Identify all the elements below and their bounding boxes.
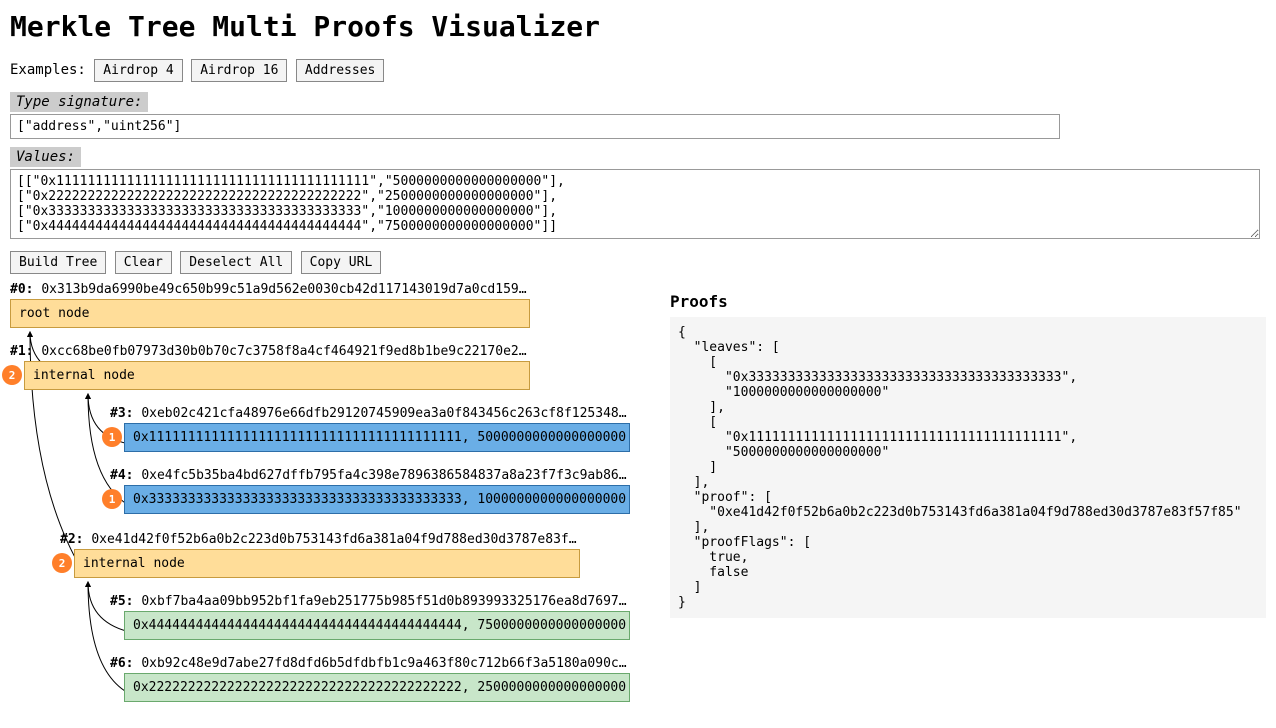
type-signature-label: Type signature:: [10, 92, 148, 112]
node-6: #6: 0xb92c48e9d7abe27fd8dfd6b5dfdbfb1c9a…: [110, 656, 640, 702]
node-1-badge: 2: [2, 365, 22, 385]
node-3-hash: #3: 0xeb02c421cfa48976e66dfb29120745909e…: [110, 406, 640, 421]
node-2-hash: #2: 0xe41d42f0f52b6a0b2c223d0b753143fd6a…: [60, 532, 590, 547]
example-airdrop-4-button[interactable]: Airdrop 4: [94, 59, 182, 82]
examples-label: Examples:: [10, 62, 86, 78]
proofs-column: Proofs { "leaves": [ [ "0x33333333333333…: [670, 282, 1266, 618]
node-3: #3: 0xeb02c421cfa48976e66dfb29120745909e…: [110, 406, 640, 452]
node-2: #2: 0xe41d42f0f52b6a0b2c223d0b753143fd6a…: [60, 532, 590, 578]
values-section: Values:: [10, 147, 1266, 243]
node-4-hash: #4: 0xe4fc5b35ba4bd627dffb795fa4c398e789…: [110, 468, 640, 483]
node-0-box[interactable]: root node: [10, 299, 530, 328]
example-airdrop-16-button[interactable]: Airdrop 16: [191, 59, 287, 82]
copy-url-button[interactable]: Copy URL: [301, 251, 382, 274]
type-signature-input[interactable]: [10, 114, 1060, 139]
node-3-box[interactable]: 0x11111111111111111111111111111111111111…: [124, 423, 630, 452]
node-1: #1: 0xcc68be0fb07973d30b0b70c7c3758f8a4c…: [10, 344, 540, 390]
node-0: #0: 0x313b9da6990be49c650b99c51a9d562e00…: [10, 282, 540, 328]
node-6-box[interactable]: 0x22222222222222222222222222222222222222…: [124, 673, 630, 702]
deselect-all-button[interactable]: Deselect All: [180, 251, 292, 274]
build-tree-button[interactable]: Build Tree: [10, 251, 106, 274]
values-textarea[interactable]: [10, 169, 1260, 239]
node-4-box[interactable]: 0x33333333333333333333333333333333333333…: [124, 485, 630, 514]
node-5: #5: 0xbf7ba4aa09bb952bf1fa9eb251775b985f…: [110, 594, 640, 640]
action-row: Build Tree Clear Deselect All Copy URL: [10, 251, 1266, 274]
node-1-hash: #1: 0xcc68be0fb07973d30b0b70c7c3758f8a4c…: [10, 344, 540, 359]
node-2-badge: 2: [52, 553, 72, 573]
node-0-hash: #0: 0x313b9da6990be49c650b99c51a9d562e00…: [10, 282, 540, 297]
node-2-box[interactable]: internal node: [74, 549, 580, 578]
proofs-heading: Proofs: [670, 292, 1266, 311]
type-signature-section: Type signature:: [10, 92, 1266, 139]
node-6-hash: #6: 0xb92c48e9d7abe27fd8dfd6b5dfdbfb1c9a…: [110, 656, 640, 671]
values-label: Values:: [10, 147, 81, 167]
tree-column: #0: 0x313b9da6990be49c650b99c51a9d562e00…: [10, 282, 640, 712]
node-5-hash: #5: 0xbf7ba4aa09bb952bf1fa9eb251775b985f…: [110, 594, 640, 609]
node-3-badge: 1: [102, 427, 122, 447]
example-addresses-button[interactable]: Addresses: [296, 59, 384, 82]
node-1-box[interactable]: internal node: [24, 361, 530, 390]
node-5-box[interactable]: 0x44444444444444444444444444444444444444…: [124, 611, 630, 640]
clear-button[interactable]: Clear: [115, 251, 172, 274]
proofs-json: { "leaves": [ [ "0x333333333333333333333…: [670, 317, 1266, 618]
page-title: Merkle Tree Multi Proofs Visualizer: [10, 10, 1266, 43]
node-4-badge: 1: [102, 489, 122, 509]
examples-row: Examples: Airdrop 4 Airdrop 16 Addresses: [10, 59, 1266, 82]
node-4: #4: 0xe4fc5b35ba4bd627dffb795fa4c398e789…: [110, 468, 640, 514]
